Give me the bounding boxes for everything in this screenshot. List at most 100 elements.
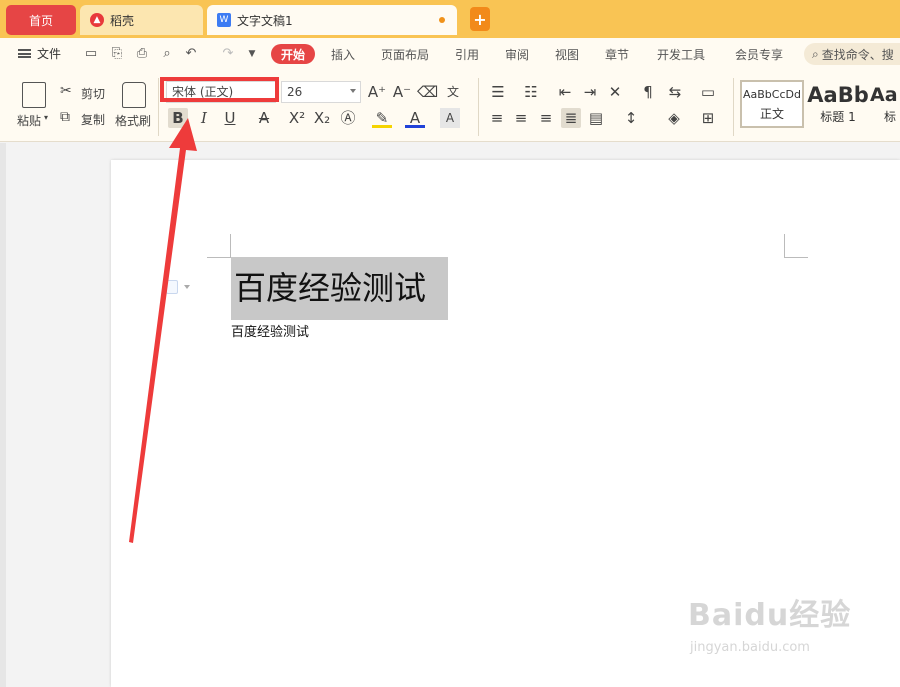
style-heading-2-sample: Aa (870, 84, 898, 106)
paste-icon[interactable] (22, 82, 46, 108)
ribbon-separator (733, 78, 734, 136)
align-left-icon[interactable]: ≡ (487, 108, 507, 128)
align-center-icon[interactable]: ≡ (511, 108, 531, 128)
char-shading-icon[interactable]: A (440, 108, 460, 128)
copy-button[interactable]: 复制 (81, 111, 105, 128)
menu-tab-references[interactable]: 引用 (455, 46, 479, 63)
paragraph-handle-icon[interactable] (166, 280, 178, 294)
file-menu[interactable]: 文件 (18, 45, 61, 62)
menu-tab-start[interactable]: 开始 (271, 44, 315, 64)
tab-home-label: 首页 (28, 13, 53, 28)
ribbon-separator (478, 78, 479, 136)
hamburger-icon (18, 49, 31, 58)
file-menu-label: 文件 (37, 47, 62, 61)
cut-button[interactable]: 剪切 (81, 85, 105, 102)
menu-tab-page-layout[interactable]: 页面布局 (381, 46, 429, 63)
font-size-value: 26 (287, 85, 303, 99)
watermark-logo: Baidu经验 (688, 598, 852, 633)
line-spacing-icon[interactable]: ↕ (621, 108, 641, 128)
annotation-highlight-box (160, 77, 279, 102)
paste-dropdown-icon[interactable]: ▾ (44, 113, 48, 122)
tab-document[interactable]: W 文字文稿1 (207, 5, 457, 35)
margin-corner-mark (207, 257, 231, 258)
selected-heading-text[interactable]: 百度经验测试 (231, 257, 448, 320)
clear-format-icon[interactable]: ⌫ (417, 82, 438, 102)
new-tab-button[interactable]: + (470, 7, 490, 31)
paragraph-handle-dropdown-icon[interactable] (184, 285, 190, 289)
style-normal[interactable]: AaBbCcDd 正文 (740, 80, 804, 128)
decrease-indent-icon[interactable]: ⇤ (555, 82, 575, 102)
distribute-icon[interactable]: ▤ (586, 108, 606, 128)
italic-icon[interactable]: I (194, 108, 214, 128)
redo-icon[interactable]: ↷ (220, 46, 236, 62)
watermark-url: jingyan.baidu.com (690, 640, 810, 655)
format-painter-button[interactable]: 格式刷 (115, 112, 151, 129)
underline-icon[interactable]: U (220, 108, 240, 128)
bullet-list-icon[interactable]: ☰ (488, 82, 508, 102)
decrease-font-size-icon[interactable]: A⁻ (392, 82, 412, 102)
style-heading-1-name: 标题 1 (820, 110, 856, 124)
shading-icon[interactable]: ◈ (664, 108, 684, 128)
body-text[interactable]: 百度经验测试 (231, 321, 309, 340)
borders-icon[interactable]: ⊞ (698, 108, 718, 128)
tab-bar: 首页 ▲ 稻壳 W 文字文稿1 + (0, 0, 900, 38)
style-heading-2[interactable]: Aa 标题 (870, 80, 900, 128)
command-search-input[interactable]: ⌕ 查找命令、搜 (804, 43, 900, 65)
subscript-icon[interactable]: X₂ (312, 108, 332, 128)
align-right-icon[interactable]: ≡ (536, 108, 556, 128)
style-normal-name: 正文 (759, 107, 784, 121)
tab-document-label: 文字文稿1 (237, 13, 293, 28)
highlight-icon[interactable]: ✎ (372, 108, 392, 128)
bold-icon[interactable]: B (168, 108, 188, 128)
menu-tab-review[interactable]: 审阅 (505, 46, 529, 63)
menu-tab-start-label: 开始 (280, 47, 305, 62)
chinese-layout-icon[interactable]: ✕ (605, 82, 625, 102)
menu-tab-developer[interactable]: 开发工具 (657, 46, 705, 63)
margin-corner-mark (784, 257, 808, 258)
menu-tab-view[interactable]: 视图 (555, 46, 579, 63)
search-icon: ⌕ (812, 46, 819, 61)
baidu-watermark: Baidu经验 jingyan.baidu.com (688, 588, 858, 668)
numbered-list-icon[interactable]: ☷ (521, 82, 541, 102)
phonetic-guide-icon[interactable]: 文 (443, 82, 463, 102)
ribbon-toolbar: 粘贴 ▾ ✂ 剪切 ⧉ 复制 格式刷 宋体 (正文) 26 A⁺ A⁻ ⌫ 文 … (0, 70, 900, 142)
command-search-placeholder: 查找命令、搜 (821, 47, 894, 62)
menu-tab-member[interactable]: 会员专享 (735, 46, 783, 63)
paste-button[interactable]: 粘贴 (17, 112, 41, 129)
export-pdf-icon[interactable]: ⎘ (109, 46, 125, 62)
unsaved-indicator (439, 17, 445, 23)
workspace-left-edge (0, 143, 6, 687)
print-preview-icon[interactable]: ⌕ (159, 46, 175, 62)
superscript-icon[interactable]: X² (287, 108, 307, 128)
menu-tab-chapter[interactable]: 章节 (605, 46, 629, 63)
quick-access-dropdown-icon[interactable]: ▼ (244, 46, 260, 62)
font-size-dropdown-icon (350, 89, 356, 93)
sort-icon[interactable]: ⇆ (665, 82, 685, 102)
paragraph-mark-icon[interactable]: ¶ (638, 82, 658, 102)
text-effect-icon[interactable]: Ⓐ (338, 108, 358, 128)
font-size-select[interactable]: 26 (281, 81, 361, 103)
margin-corner-mark (784, 234, 785, 258)
print-icon[interactable]: ⎙ (134, 46, 150, 62)
strikethrough-icon[interactable]: A (254, 108, 274, 128)
undo-icon[interactable]: ↶ (183, 46, 199, 62)
table-ruler-icon[interactable]: ▭ (698, 82, 718, 102)
menu-tab-insert[interactable]: 插入 (331, 46, 355, 63)
style-heading-1-sample: AaBb (807, 83, 869, 107)
menu-bar: 文件 ▭ ⎘ ⎙ ⌕ ↶ ↷ ▼ 开始 插入 页面布局 引用 审阅 视图 章节 … (0, 38, 900, 70)
font-color-icon[interactable]: A (405, 108, 425, 128)
justify-icon[interactable]: ≣ (561, 108, 581, 128)
style-heading-1[interactable]: AaBb 标题 1 (806, 80, 870, 128)
copy-icon[interactable]: ⧉ (60, 109, 70, 125)
tab-home[interactable]: 首页 (6, 5, 76, 35)
daoke-icon: ▲ (90, 13, 104, 27)
save-icon[interactable]: ▭ (83, 46, 99, 62)
format-painter-icon[interactable] (122, 82, 146, 108)
margin-corner-mark (230, 234, 231, 258)
tab-daoke[interactable]: ▲ 稻壳 (80, 5, 203, 35)
tab-daoke-label: 稻壳 (110, 13, 135, 28)
increase-font-size-icon[interactable]: A⁺ (367, 82, 387, 102)
style-normal-sample: AaBbCcDd (743, 88, 801, 101)
scissors-icon[interactable]: ✂ (60, 83, 72, 99)
increase-indent-icon[interactable]: ⇥ (580, 82, 600, 102)
